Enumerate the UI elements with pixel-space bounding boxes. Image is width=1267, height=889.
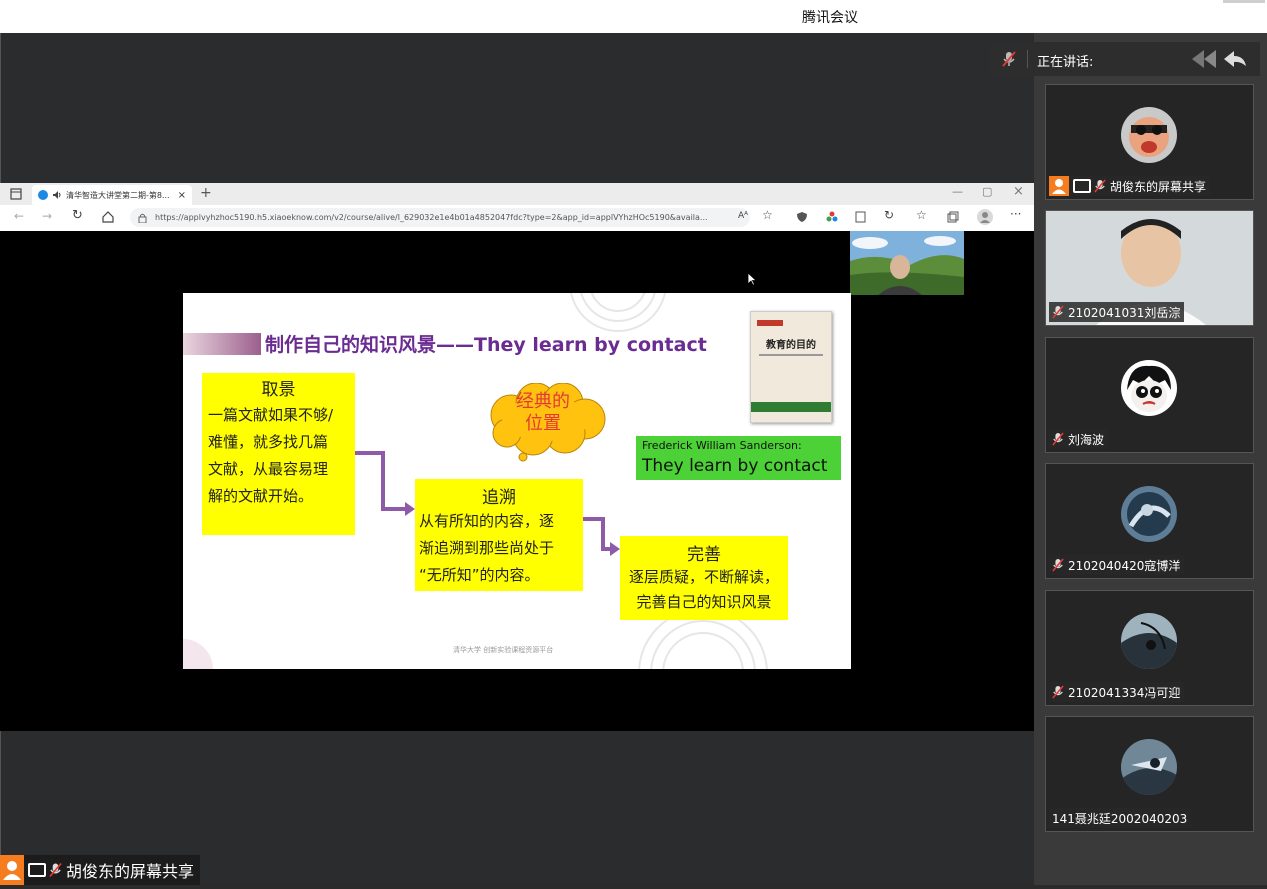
speaking-label: 正在讲话: xyxy=(1037,55,1094,70)
window-titlebar: 腾讯会议 xyxy=(0,0,1267,33)
participant-name-bar: 2102040420寇博洋 xyxy=(1049,555,1185,575)
participant-name: 刘海波 xyxy=(1068,432,1105,447)
participant-name-bar: 2102041031刘岳淙 xyxy=(1049,302,1185,322)
divider xyxy=(1027,50,1028,68)
url-text: https://applvyhzhoc5190.h5.xiaoeknow.com… xyxy=(155,213,708,222)
mic-muted-icon xyxy=(1052,432,1064,446)
forward-icon[interactable]: → xyxy=(42,209,52,223)
minimize-icon[interactable]: — xyxy=(952,185,963,198)
more-menu-icon[interactable]: ··· xyxy=(1010,207,1021,221)
extension-shield-icon[interactable] xyxy=(796,211,808,223)
browser-toolbar: ← → ↻ https://applvyhzhoc5190.h5.xiaoekn… xyxy=(0,205,1034,232)
mic-muted-icon xyxy=(1052,685,1064,699)
window-title: 腾讯会议 xyxy=(802,10,858,26)
screen-share-icon xyxy=(1073,179,1091,193)
participant-name-bar: 141聂兆廷2002040203 xyxy=(1049,808,1192,828)
address-bar[interactable]: https://applvyhzhoc5190.h5.xiaoeknow.com… xyxy=(130,208,750,227)
audio-playing-icon[interactable] xyxy=(52,190,62,200)
tab-title: 清华智造大讲堂第二期-第8... xyxy=(66,190,170,200)
participant-name-bar: 刘海波 xyxy=(1049,429,1109,449)
read-aloud-icon[interactable]: Aᴬ xyxy=(738,211,748,221)
participant-tile[interactable]: 2102040420寇博洋 xyxy=(1045,463,1254,579)
new-tab-icon[interactable]: + xyxy=(200,185,212,201)
avatar xyxy=(1121,613,1177,669)
host-icon xyxy=(0,855,24,885)
participant-name: 2102040420寇博洋 xyxy=(1068,558,1181,573)
home-icon[interactable] xyxy=(102,211,114,223)
instructor-camera xyxy=(850,231,964,295)
participant-name: 胡俊东的屏幕共享 xyxy=(1110,179,1207,194)
avatar xyxy=(1121,739,1177,795)
window-corner xyxy=(1223,0,1265,3)
mic-muted-icon[interactable] xyxy=(1002,51,1016,67)
mic-muted-icon xyxy=(1052,558,1064,572)
sharer-name: 胡俊东的屏幕共享 xyxy=(66,862,195,881)
screen-share-icon xyxy=(28,863,46,877)
participant-name-bar: 2102041334冯可迎 xyxy=(1049,682,1185,702)
host-icon xyxy=(1049,176,1069,196)
mouse-cursor-icon xyxy=(748,273,757,286)
maximize-icon[interactable]: ▢ xyxy=(982,185,992,198)
participant-tile[interactable]: 刘海波 xyxy=(1045,337,1254,453)
favorite-star-icon[interactable]: ☆ xyxy=(762,208,773,222)
screen-share-label-bar: 胡俊东的屏幕共享 xyxy=(0,855,201,885)
avatar xyxy=(1121,486,1177,542)
participant-name: 2102041334冯可迎 xyxy=(1068,685,1181,700)
profile-icon[interactable] xyxy=(977,209,993,225)
extension-refresh-icon[interactable]: ↻ xyxy=(884,208,894,222)
participant-name-bar: 胡俊东的屏幕共享 xyxy=(1049,176,1211,196)
site-favicon-icon xyxy=(38,190,48,200)
back-icon[interactable]: ← xyxy=(14,209,24,223)
avatar xyxy=(1121,360,1177,416)
lock-icon xyxy=(138,213,147,223)
participant-name: 2102041031刘岳淙 xyxy=(1068,305,1181,320)
tab-close-icon[interactable]: × xyxy=(178,190,186,201)
participant-tile[interactable]: 2102041334冯可迎 xyxy=(1045,590,1254,706)
participant-name: 141聂兆廷2002040203 xyxy=(1052,811,1188,826)
collections-icon[interactable] xyxy=(947,211,959,223)
collapse-arrows-icon[interactable] xyxy=(1190,48,1250,70)
browser-tab[interactable]: 清华智造大讲堂第二期-第8... × xyxy=(32,185,192,205)
extension-color-icon[interactable] xyxy=(826,211,838,223)
browser-tab-row: 清华智造大讲堂第二期-第8... × + — ▢ × xyxy=(0,183,1034,205)
extension-page-icon[interactable] xyxy=(855,211,866,223)
refresh-icon[interactable]: ↻ xyxy=(72,208,83,223)
presentation-slide: 制作自己的知识风景——They learn by contact 教育的目的 经… xyxy=(183,293,851,669)
participant-tile[interactable]: 141聂兆廷2002040203 xyxy=(1045,716,1254,832)
browser-window: 清华智造大讲堂第二期-第8... × + — ▢ × ← → ↻ https:/… xyxy=(0,183,1034,232)
avatar xyxy=(1121,107,1177,163)
window-close-icon[interactable]: × xyxy=(1013,184,1024,199)
tab-actions-icon[interactable] xyxy=(10,188,22,200)
speaking-indicator: 正在讲话: xyxy=(990,42,1260,76)
slide-footer: 清华大学 创新实验课程资源平台 xyxy=(453,646,554,654)
favorites-icon[interactable]: ☆ xyxy=(916,208,927,222)
mic-muted-icon xyxy=(1094,179,1106,193)
mic-muted-icon xyxy=(1052,305,1064,319)
participant-tile[interactable]: 胡俊东的屏幕共享 xyxy=(1045,84,1254,200)
mic-muted-icon xyxy=(49,862,62,878)
participant-tile[interactable]: 2102041031刘岳淙 xyxy=(1045,210,1254,326)
flow-arrows xyxy=(355,451,620,556)
camera-feed xyxy=(850,231,964,295)
